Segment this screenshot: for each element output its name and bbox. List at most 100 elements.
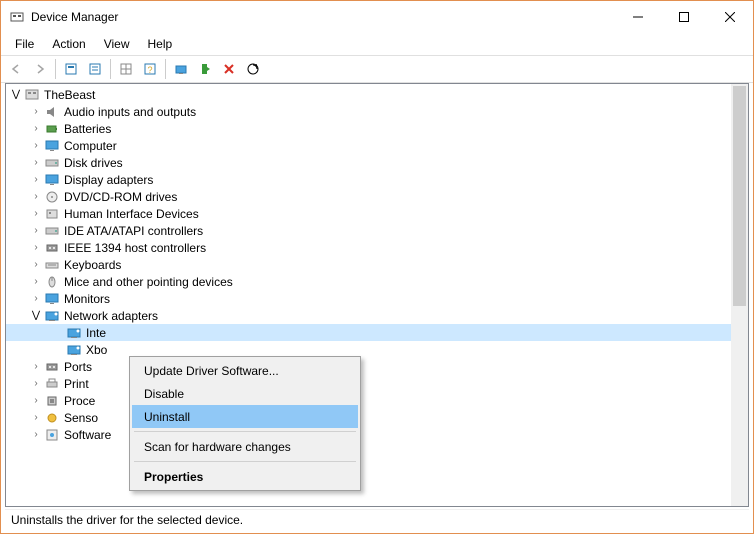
network-icon bbox=[66, 325, 82, 341]
tree-container: ⋁TheBeast › Audio inputs and outputs › Batte… bbox=[5, 83, 749, 507]
chevron-right-icon[interactable]: › bbox=[28, 225, 44, 236]
chevron-down-icon[interactable]: ⋁ bbox=[28, 310, 44, 321]
tree-item[interactable]: ›Display adapters bbox=[6, 171, 748, 188]
tree-item[interactable]: ›IDE ATA/ATAPI controllers bbox=[6, 222, 748, 239]
tree-item[interactable]: › Batteries bbox=[6, 120, 748, 137]
chevron-right-icon[interactable]: › bbox=[28, 395, 44, 406]
tree-item[interactable]: › IEEE 1394 host controllers bbox=[6, 239, 748, 256]
tree-item-label: Batteries bbox=[64, 122, 111, 136]
tree-item[interactable]: › Audio inputs and outputs bbox=[6, 103, 748, 120]
window-title: Device Manager bbox=[31, 10, 118, 24]
context-separator bbox=[134, 461, 356, 462]
tree-item[interactable]: › Computer bbox=[6, 137, 748, 154]
menu-view[interactable]: View bbox=[96, 35, 138, 53]
app-icon bbox=[9, 9, 25, 25]
toolbar-show-hidden-button[interactable] bbox=[60, 58, 82, 80]
chevron-right-icon[interactable]: › bbox=[28, 106, 44, 117]
chevron-right-icon[interactable]: › bbox=[28, 242, 44, 253]
chevron-right-icon[interactable]: › bbox=[28, 174, 44, 185]
drive-icon bbox=[44, 155, 60, 171]
context-separator bbox=[134, 431, 356, 432]
tree-child-item[interactable]: Inte bbox=[6, 324, 748, 341]
menu-file[interactable]: File bbox=[7, 35, 42, 53]
titlebar: Device Manager bbox=[1, 1, 753, 33]
toolbar-back-button[interactable] bbox=[5, 58, 27, 80]
tree-item[interactable]: › Keyboards bbox=[6, 256, 748, 273]
tree-item-label: Print bbox=[64, 377, 89, 391]
maximize-button[interactable] bbox=[661, 2, 707, 32]
monitor-icon bbox=[44, 138, 60, 154]
toolbar-update-driver-button[interactable] bbox=[170, 58, 192, 80]
tree-item-label: IEEE 1394 host controllers bbox=[64, 241, 206, 255]
context-disable[interactable]: Disable bbox=[132, 382, 358, 405]
tree-item-label: Disk drives bbox=[64, 156, 123, 170]
tree-item[interactable]: ›Monitors bbox=[6, 290, 748, 307]
monitor-icon bbox=[44, 172, 60, 188]
network-icon bbox=[44, 308, 60, 324]
tree-item[interactable]: ⋁Network adapters bbox=[6, 307, 748, 324]
tree-item[interactable]: › Print bbox=[6, 375, 748, 392]
chevron-right-icon[interactable]: › bbox=[28, 293, 44, 304]
tree-item-label: Ports bbox=[64, 360, 92, 374]
chevron-right-icon[interactable]: › bbox=[28, 429, 44, 440]
tree-item[interactable]: › Mice and other pointing devices bbox=[6, 273, 748, 290]
keyboard-icon bbox=[44, 257, 60, 273]
tree-item[interactable]: › Disk drives bbox=[6, 154, 748, 171]
context-menu: Update Driver Software... Disable Uninst… bbox=[129, 356, 361, 491]
toolbar-enable-button[interactable] bbox=[194, 58, 216, 80]
device-manager-window: Device Manager File Action View Help ? ⋁… bbox=[0, 0, 754, 534]
tree-item[interactable]: ›Human Interface Devices bbox=[6, 205, 748, 222]
minimize-button[interactable] bbox=[615, 2, 661, 32]
battery-icon bbox=[44, 121, 60, 137]
port-icon bbox=[44, 240, 60, 256]
tree-child-item[interactable]: Xbo bbox=[6, 341, 748, 358]
chevron-down-icon[interactable]: ⋁ bbox=[8, 89, 24, 100]
context-scan[interactable]: Scan for hardware changes bbox=[132, 435, 358, 458]
chevron-right-icon[interactable]: › bbox=[28, 378, 44, 389]
chevron-right-icon[interactable]: › bbox=[28, 412, 44, 423]
software-icon bbox=[44, 427, 60, 443]
chevron-right-icon[interactable]: › bbox=[28, 191, 44, 202]
chevron-right-icon[interactable]: › bbox=[28, 361, 44, 372]
chevron-right-icon[interactable]: › bbox=[28, 140, 44, 151]
toolbar-uninstall-button[interactable] bbox=[218, 58, 240, 80]
chevron-right-icon[interactable]: › bbox=[28, 259, 44, 270]
toolbar-separator bbox=[165, 59, 166, 79]
menu-action[interactable]: Action bbox=[44, 35, 93, 53]
scrollbar-thumb[interactable] bbox=[733, 86, 746, 306]
tree-item[interactable]: ›Senso bbox=[6, 409, 748, 426]
toolbar-scan-button[interactable] bbox=[242, 58, 264, 80]
toolbar-forward-button[interactable] bbox=[29, 58, 51, 80]
tree-item[interactable]: ›Software bbox=[6, 426, 748, 443]
context-properties[interactable]: Properties bbox=[132, 465, 358, 488]
toolbar-properties-button[interactable] bbox=[84, 58, 106, 80]
tree-root[interactable]: ⋁TheBeast bbox=[6, 86, 748, 103]
context-update-driver[interactable]: Update Driver Software... bbox=[132, 359, 358, 382]
toolbar-view-button[interactable] bbox=[115, 58, 137, 80]
sensor-icon bbox=[44, 410, 60, 426]
tree-item[interactable]: ›Proce bbox=[6, 392, 748, 409]
chevron-right-icon[interactable]: › bbox=[28, 123, 44, 134]
tree-item-label: Computer bbox=[64, 139, 117, 153]
tree-item[interactable]: ›DVD/CD-ROM drives bbox=[6, 188, 748, 205]
chevron-right-icon[interactable]: › bbox=[28, 276, 44, 287]
disc-icon bbox=[44, 189, 60, 205]
tree-item-label: Audio inputs and outputs bbox=[64, 105, 196, 119]
tree-item[interactable]: › Ports bbox=[6, 358, 748, 375]
tree-item-label: Mice and other pointing devices bbox=[64, 275, 233, 289]
vertical-scrollbar[interactable] bbox=[731, 84, 748, 506]
chevron-right-icon[interactable]: › bbox=[28, 208, 44, 219]
chevron-right-icon[interactable]: › bbox=[28, 157, 44, 168]
context-uninstall[interactable]: Uninstall bbox=[132, 405, 358, 428]
close-button[interactable] bbox=[707, 2, 753, 32]
toolbar-help-button[interactable]: ? bbox=[139, 58, 161, 80]
device-tree[interactable]: ⋁TheBeast › Audio inputs and outputs › Batte… bbox=[6, 84, 748, 506]
network-icon bbox=[66, 342, 82, 358]
port-icon bbox=[44, 359, 60, 375]
tree-item-label: Keyboards bbox=[64, 258, 121, 272]
status-text: Uninstalls the driver for the selected d… bbox=[11, 513, 243, 527]
menu-help[interactable]: Help bbox=[140, 35, 181, 53]
monitor-icon bbox=[44, 291, 60, 307]
speaker-icon bbox=[44, 104, 60, 120]
printer-icon bbox=[44, 376, 60, 392]
